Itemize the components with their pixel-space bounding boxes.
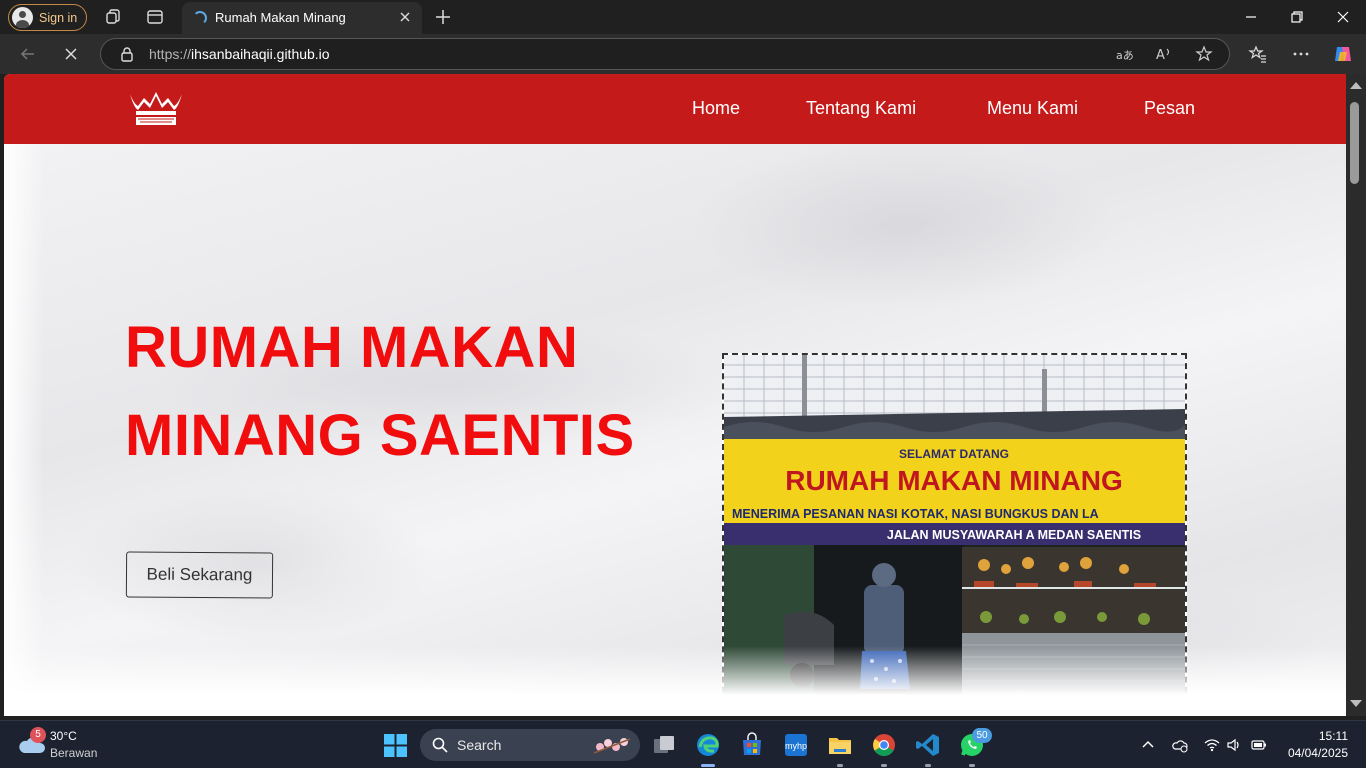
edge-icon[interactable] [694, 731, 722, 759]
beli-sekarang-button[interactable]: Beli Sekarang [125, 551, 274, 599]
storefront-illustration: SELAMAT DATANG RUMAH MAKAN MINANG MENERI… [724, 355, 1185, 701]
workspaces-icon[interactable] [104, 8, 122, 26]
scrollbar-thumb[interactable] [1350, 102, 1359, 184]
whatsapp-badge: 50 [972, 728, 992, 743]
minimize-icon[interactable] [1242, 8, 1260, 26]
whatsapp-running-indicator [969, 764, 975, 767]
scroll-down-icon[interactable] [1350, 700, 1362, 707]
sign-sub-text: MENERIMA PESANAN NASI KOTAK, NASI BUNGKU… [732, 507, 1099, 521]
task-view-icon[interactable] [650, 731, 678, 759]
page-scrollbar[interactable] [1346, 74, 1366, 716]
svg-text:myhp: myhp [785, 741, 807, 751]
vscode-icon[interactable] [914, 731, 942, 759]
more-options-icon[interactable] [1291, 44, 1311, 64]
weather-badge: 5 [30, 727, 46, 743]
chrome-icon[interactable] [870, 731, 898, 759]
tab-title: Rumah Makan Minang [215, 10, 346, 25]
battery-icon[interactable] [1251, 737, 1267, 753]
browser-tab-bar: Sign in Rumah Makan Minang [0, 0, 1366, 34]
windows-taskbar: 5 30°C Berawan Search myhp 50 15:11 04/0… [0, 720, 1366, 768]
stop-loading-icon[interactable] [61, 44, 81, 64]
search-highlight-icon [593, 738, 631, 754]
read-aloud-icon[interactable]: A [1155, 45, 1173, 63]
hero-title-line1: RUMAH MAKAN [125, 315, 579, 380]
file-explorer-icon[interactable] [826, 731, 854, 759]
vscode-running-indicator [925, 764, 931, 767]
search-label: Search [457, 737, 502, 753]
clock-time[interactable]: 15:11 [1319, 729, 1348, 743]
microsoft-store-icon[interactable] [738, 731, 766, 759]
url-protocol: https:// [149, 46, 192, 62]
hero-title: RUMAH MAKAN MINANG SAENTIS [125, 304, 685, 480]
site-navbar: Home Tentang Kami Menu Kami Pesan [4, 74, 1346, 144]
weather-description[interactable]: Berawan [50, 746, 97, 760]
lock-icon[interactable] [119, 46, 135, 62]
nav-tentang-kami[interactable]: Tentang Kami [806, 98, 916, 119]
address-bar[interactable]: https://ihsanbaihaqii.github.io aあ A [100, 38, 1230, 70]
edge-active-indicator [701, 764, 715, 767]
sign-in-button[interactable]: Sign in [8, 4, 87, 31]
explorer-running-indicator [837, 764, 843, 767]
url-text[interactable]: https://ihsanbaihaqii.github.io [149, 46, 330, 62]
myhp-icon[interactable]: myhp [782, 731, 810, 759]
favorites-icon[interactable] [1248, 44, 1268, 64]
clock-date[interactable]: 04/04/2025 [1288, 746, 1348, 760]
show-hidden-icons-chevron-icon[interactable] [1140, 737, 1156, 753]
close-window-icon[interactable] [1334, 8, 1352, 26]
scroll-up-icon[interactable] [1350, 82, 1362, 89]
nav-pesan[interactable]: Pesan [1144, 98, 1195, 119]
search-icon [432, 737, 448, 753]
taskbar-search[interactable]: Search [420, 729, 640, 761]
sign-in-label: Sign in [39, 10, 78, 25]
svg-text:aあ: aあ [1116, 49, 1133, 62]
svg-text:A: A [1156, 48, 1165, 63]
volume-icon[interactable] [1226, 737, 1242, 753]
restore-icon[interactable] [1288, 8, 1306, 26]
profile-icon [12, 7, 33, 28]
hero-section: RUMAH MAKAN MINANG SAENTIS Beli Sekarang… [4, 144, 1346, 716]
restaurant-storefront-photo: SELAMAT DATANG RUMAH MAKAN MINANG MENERI… [722, 353, 1187, 703]
nav-menu-kami[interactable]: Menu Kami [987, 98, 1078, 119]
favorite-star-icon[interactable] [1195, 45, 1213, 63]
translate-icon[interactable]: aあ [1115, 45, 1133, 63]
tab-active[interactable]: Rumah Makan Minang [182, 2, 422, 34]
windows-start-icon[interactable] [384, 734, 407, 757]
browser-toolbar: https://ihsanbaihaqii.github.io aあ A [0, 34, 1366, 74]
nav-home[interactable]: Home [692, 98, 740, 119]
hero-title-line2: MINANG SAENTIS [125, 403, 635, 468]
sign-welcome-text: SELAMAT DATANG [899, 447, 1009, 461]
back-icon[interactable] [18, 44, 38, 64]
wifi-icon[interactable] [1204, 737, 1220, 753]
sign-address-text: JALAN MUSYAWARAH A MEDAN SAENTIS [887, 528, 1141, 542]
page-viewport: Home Tentang Kami Menu Kami Pesan RUMAH … [4, 74, 1346, 716]
onedrive-sync-icon[interactable] [1172, 737, 1188, 753]
weather-temperature[interactable]: 30°C [50, 729, 77, 743]
url-host: ihsanbaihaqii.github.io [191, 46, 330, 62]
close-tab-icon[interactable] [397, 9, 413, 25]
sign-main-text: RUMAH MAKAN MINANG [785, 465, 1123, 496]
tab-actions-icon[interactable] [146, 8, 164, 26]
chrome-running-indicator [881, 764, 887, 767]
copilot-icon[interactable] [1332, 43, 1354, 65]
new-tab-icon[interactable] [434, 8, 452, 26]
rumah-gadang-logo-icon[interactable] [128, 90, 184, 128]
loading-spinner-icon [193, 11, 207, 25]
